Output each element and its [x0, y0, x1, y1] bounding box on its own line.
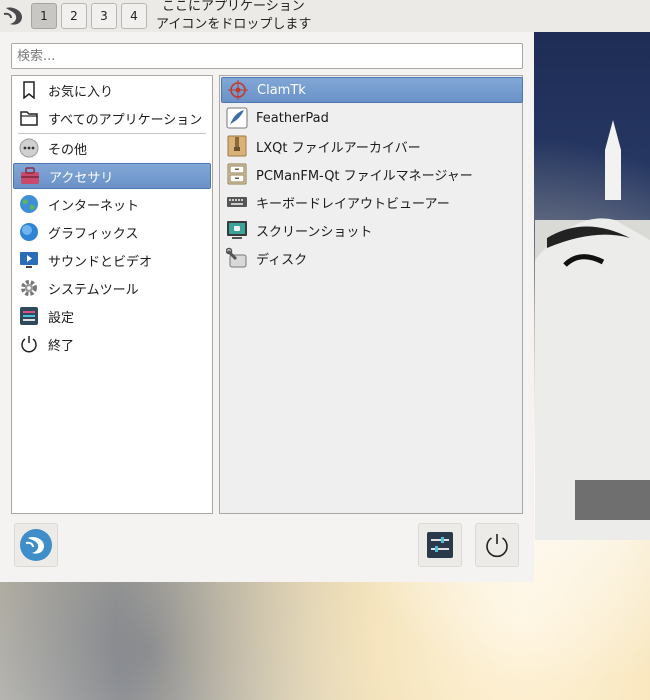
hint-line-1: ここにアプリケーション — [162, 0, 305, 14]
about-lxqt-button[interactable] — [14, 523, 58, 567]
category-label: お気に入り — [48, 84, 114, 100]
app-label: スクリーンショット — [256, 224, 373, 240]
application-menu: お気に入り すべてのアプリケーション その他 アクセサリ インターネット グラフ… — [0, 32, 534, 582]
app-item-screenshot[interactable]: スクリーンショット — [221, 217, 523, 243]
graphics-icon — [18, 221, 40, 243]
app-item-disks[interactable]: ディスク — [221, 245, 523, 271]
space-shuttle-image — [535, 120, 650, 540]
category-label: インターネット — [48, 198, 140, 214]
category-sound-and-video[interactable]: サウンドとビデオ — [13, 247, 211, 273]
desktop-switch-2[interactable]: 2 — [61, 3, 87, 29]
app-label: ClamTk — [257, 82, 306, 98]
app-item-featherpad[interactable]: FeatherPad — [221, 105, 523, 131]
category-system-tools[interactable]: システムツール — [13, 275, 211, 301]
app-label: キーボードレイアウトビューアー — [256, 196, 450, 212]
app-item-clamtk[interactable]: ClamTk — [221, 77, 523, 103]
category-label: その他 — [48, 142, 88, 158]
app-label: FeatherPad — [256, 110, 329, 126]
category-internet[interactable]: インターネット — [13, 191, 211, 217]
lxqt-logo-icon — [20, 529, 52, 561]
clamtk-icon — [227, 79, 249, 101]
application-list: ClamTk FeatherPad LXQt ファイルアーカイバー PCManF… — [219, 75, 523, 514]
category-settings[interactable]: 設定 — [13, 303, 211, 329]
category-label: 終了 — [48, 338, 75, 354]
category-label: グラフィックス — [48, 226, 139, 242]
lxqt-menu-icon[interactable] — [2, 4, 26, 28]
archive-icon — [226, 135, 248, 157]
top-panel: 1 2 3 4 ここにアプリケーション アイコンをドロップします — [0, 0, 650, 32]
featherpad-icon — [226, 107, 248, 129]
category-label: すべてのアプリケーション — [48, 112, 203, 128]
search-input[interactable] — [11, 43, 523, 69]
multimedia-icon — [18, 249, 40, 271]
folder-icon — [18, 107, 40, 129]
settings-icon — [18, 305, 40, 327]
disk-tools-icon — [226, 247, 248, 269]
app-label: PCManFM-Qt ファイルマネージャー — [256, 168, 473, 184]
power-icon — [18, 333, 40, 355]
desktop-switch-3[interactable]: 3 — [91, 3, 117, 29]
preferences-button[interactable] — [418, 523, 462, 567]
settings-sliders-icon — [427, 532, 453, 558]
category-label: システムツール — [48, 282, 139, 298]
category-label: 設定 — [48, 310, 75, 326]
quicklaunch-drop-hint: ここにアプリケーション アイコンをドロップします — [156, 0, 311, 34]
app-item-pcmanfm-qt[interactable]: PCManFM-Qt ファイルマネージャー — [221, 161, 523, 187]
category-list: お気に入り すべてのアプリケーション その他 アクセサリ インターネット グラフ… — [11, 75, 213, 514]
category-separator — [18, 133, 206, 134]
category-favorites[interactable]: お気に入り — [13, 77, 211, 103]
app-item-lxqt-archiver[interactable]: LXQt ファイルアーカイバー — [221, 133, 523, 159]
app-item-keyboard-layout-viewer[interactable]: キーボードレイアウトビューアー — [221, 189, 523, 215]
globe-icon — [18, 193, 40, 215]
power-icon — [486, 534, 508, 558]
toolbox-icon — [19, 165, 41, 187]
file-cabinet-icon — [226, 163, 248, 185]
category-graphics[interactable]: グラフィックス — [13, 219, 211, 245]
category-label: サウンドとビデオ — [48, 254, 153, 270]
more-icon — [18, 137, 40, 159]
desktop-switch-1[interactable]: 1 — [31, 3, 57, 29]
app-label: ディスク — [256, 252, 308, 268]
category-all-applications[interactable]: すべてのアプリケーション — [13, 105, 211, 131]
keyboard-icon — [226, 191, 248, 213]
category-other[interactable]: その他 — [13, 135, 211, 161]
gear-icon — [18, 277, 40, 299]
bookmark-icon — [18, 79, 40, 101]
category-label: アクセサリ — [49, 170, 114, 186]
power-button[interactable] — [475, 523, 519, 567]
category-leave[interactable]: 終了 — [13, 331, 211, 357]
app-label: LXQt ファイルアーカイバー — [256, 140, 421, 156]
category-accessories[interactable]: アクセサリ — [13, 163, 211, 189]
desktop-switch-4[interactable]: 4 — [121, 3, 147, 29]
screenshot-icon — [226, 219, 248, 241]
